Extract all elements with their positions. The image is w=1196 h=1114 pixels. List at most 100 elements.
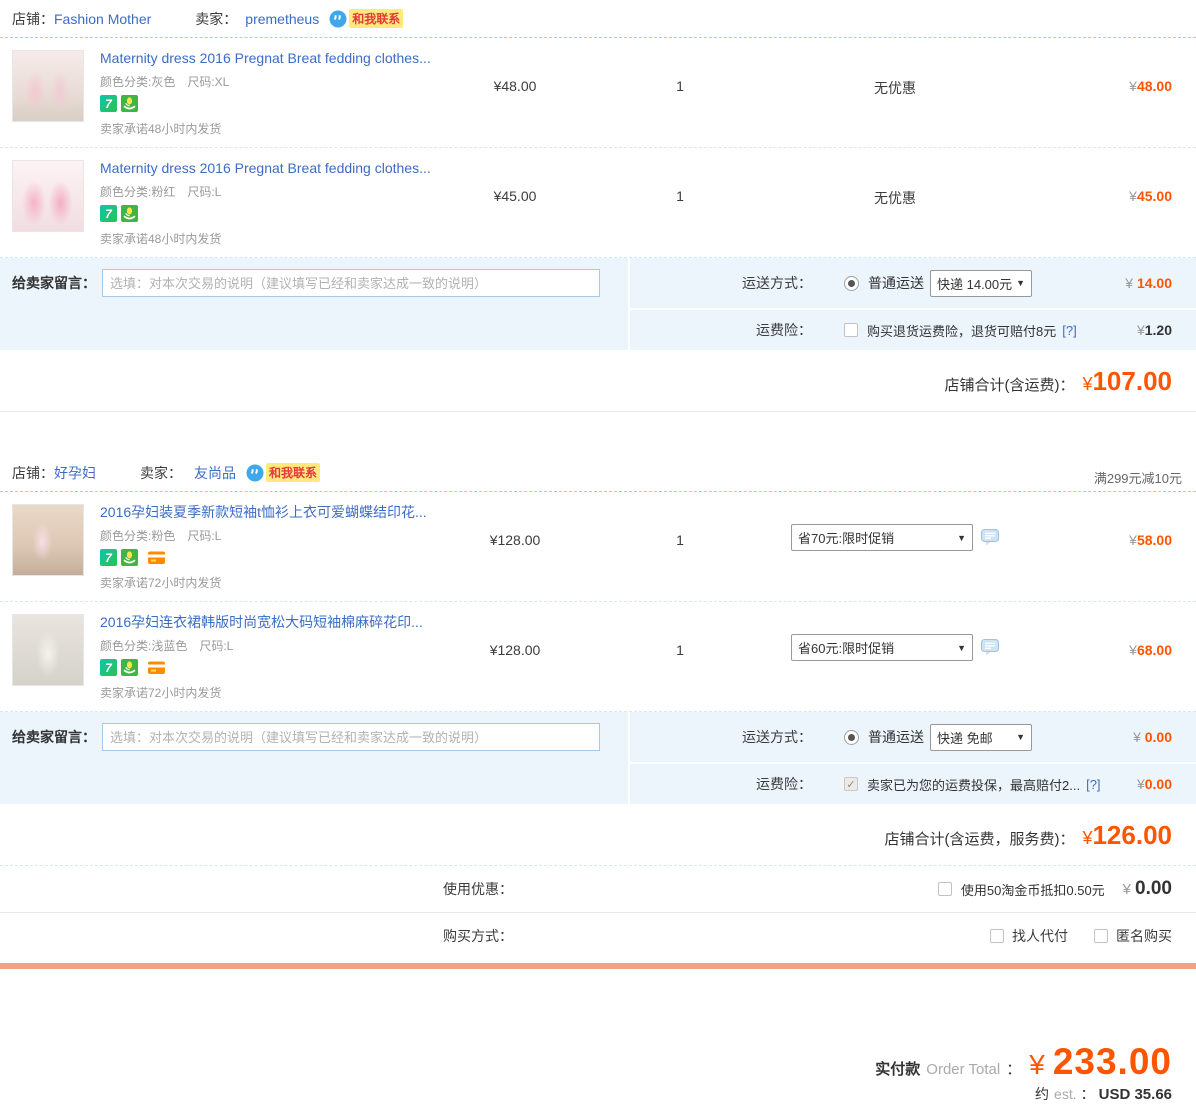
seller-message-cell: 给卖家留言： <box>0 712 628 804</box>
currency-symbol: ¥ <box>1136 776 1145 792</box>
service-badges: 7 <box>100 659 423 676</box>
shipping-label: 运送方式： <box>742 729 812 745</box>
estimate-label-en: est. <box>1054 1086 1077 1102</box>
subtotal-value: 58.00 <box>1136 532 1172 548</box>
product-specs: 颜色分类:粉色 尺码:L <box>100 529 222 543</box>
contact-me-badge[interactable]: 和我联系 <box>266 463 321 482</box>
seller-name-link[interactable]: 友尚品 <box>194 463 236 483</box>
promotion-select[interactable]: 省60元:限时促销 ▼ <box>791 634 973 661</box>
seller-message-cell: 给卖家留言： <box>0 258 628 350</box>
seller-label: 卖家： <box>140 464 182 481</box>
service-badges: 7 <box>100 95 431 112</box>
product-specs: 颜色分类:粉红 尺码:L <box>100 185 222 199</box>
purchase-options: 找人代付 匿名购买 <box>964 926 1196 946</box>
purchase-method-label: 购买方式： <box>443 928 513 944</box>
coupon-option-text: 使用50淘金币抵扣0.50元 <box>960 882 1105 898</box>
anonymous-label: 匿名购买 <box>1116 928 1172 944</box>
insurance-checkbox[interactable] <box>844 323 858 337</box>
product-title-link[interactable]: 2016孕妇连衣裙韩版时尚宽松大码短袖棉麻碎花印... <box>100 614 423 631</box>
quantity: 1 <box>676 188 684 204</box>
shipping-method-row: 运送方式： 普通运送 快递 免邮 ▼ ¥ 0.00 <box>630 712 1196 762</box>
taojinbi-checkbox[interactable] <box>937 882 952 896</box>
consumer-protection-icon <box>121 95 138 112</box>
pay-for-me-option: 找人代付 <box>990 926 1068 946</box>
seller-label: 卖家： <box>195 10 238 27</box>
insurance-price-value: 0.00 <box>1144 776 1172 792</box>
consumer-protection-icon <box>121 549 138 566</box>
product-title-link[interactable]: Maternity dress 2016 Pregnat Breat feddi… <box>100 160 431 177</box>
item-subtotal: ¥48.00 <box>1020 38 1196 147</box>
insurance-label: 运费险： <box>756 776 812 792</box>
subtotal-value: 45.00 <box>1136 188 1172 204</box>
shipping-method-label: 普通运送 <box>868 275 924 291</box>
unit-price: ¥48.00 <box>493 78 537 94</box>
item-info: 2016孕妇装夏季新款短袖t恤衫上衣可爱蝴蝶结印花... 颜色分类:粉色 尺码:… <box>0 492 440 601</box>
currency-symbol: ¥ <box>1029 1049 1045 1080</box>
consumer-protection-icon <box>121 659 138 676</box>
quantity: 1 <box>676 78 684 94</box>
currency-symbol: ¥ <box>1129 532 1137 548</box>
shipping-method-label: 普通运送 <box>868 729 924 745</box>
product-title-link[interactable]: 2016孕妇装夏季新款短袖t恤衫上衣可爱蝴蝶结印花... <box>100 504 427 521</box>
shipping-insurance-row: 运费险： 购买退货运费险，退货可赔付8元 [?] ¥1.20 <box>630 310 1196 350</box>
order-item-row: 2016孕妇连衣裙韩版时尚宽松大码短袖棉麻碎花印... 颜色分类:浅蓝色 尺码:… <box>0 601 1196 711</box>
product-thumbnail[interactable] <box>12 504 84 576</box>
insurance-label: 运费险： <box>756 322 812 338</box>
store-subtotal-value: 126.00 <box>1092 820 1172 850</box>
currency-symbol: ¥ <box>1129 78 1137 94</box>
promotion-select[interactable]: 省70元:限时促销 ▼ <box>791 524 973 551</box>
shipping-option-select[interactable]: 快递 14.00元 ▼ <box>930 269 1032 297</box>
insurance-checkbox-checked[interactable]: ✓ <box>844 777 858 791</box>
standard-shipping-radio[interactable] <box>844 729 859 745</box>
contact-me-badge[interactable]: 和我联系 <box>349 9 404 28</box>
service-badges: 7 <box>100 549 427 566</box>
comment-bubble-icon[interactable] <box>981 639 999 656</box>
shop-name-link[interactable]: 好孕妇 <box>54 463 96 483</box>
product-thumbnail[interactable] <box>12 50 84 122</box>
shipping-promise: 卖家承诺72小时内发货 <box>100 576 222 590</box>
wangwang-chat-icon[interactable] <box>246 464 264 482</box>
order-total-line: 实付款 Order Total ： ¥ 233.00 <box>0 1043 1172 1081</box>
seller-message-input[interactable] <box>102 269 600 297</box>
product-thumbnail[interactable] <box>12 614 84 686</box>
shipping-price-value: 14.00 <box>1136 275 1172 291</box>
quantity: 1 <box>676 642 684 658</box>
product-title-link[interactable]: Maternity dress 2016 Pregnat Breat feddi… <box>100 50 431 67</box>
shipping-option-select[interactable]: 快递 免邮 ▼ <box>930 723 1032 751</box>
product-thumbnail[interactable] <box>12 160 84 232</box>
seller-name-link[interactable]: premetheus <box>245 11 319 27</box>
chevron-down-icon: ▼ <box>1016 278 1025 288</box>
shop-promo-text: 满299元减10元 <box>1093 471 1182 486</box>
wangwang-chat-icon[interactable] <box>329 10 347 28</box>
shop-section-1: 店铺： Fashion Mother 卖家： premetheus 和我联系 M… <box>0 0 1196 412</box>
pay-for-me-checkbox[interactable] <box>990 929 1004 943</box>
comment-bubble-icon[interactable] <box>981 529 999 546</box>
currency-symbol: ¥ <box>1122 880 1132 898</box>
chevron-down-icon: ▼ <box>1016 732 1025 742</box>
standard-shipping-radio[interactable] <box>844 275 859 291</box>
discount-cell: 省60元:限时促销 ▼ <box>770 602 1020 711</box>
item-subtotal: ¥68.00 <box>1020 602 1196 711</box>
product-specs: 颜色分类:浅蓝色 尺码:L <box>100 639 234 653</box>
insurance-price: ¥0.00 <box>1137 776 1196 792</box>
unit-price: ¥128.00 <box>489 532 541 548</box>
shop-name-link[interactable]: Fashion Mother <box>54 11 151 27</box>
seller-message-input[interactable] <box>102 723 600 751</box>
seven-day-return-icon: 7 <box>100 659 117 676</box>
help-icon[interactable]: [?] <box>1062 323 1076 338</box>
insurance-text: 购买退货运费险，退货可赔付8元 <box>867 323 1057 339</box>
order-total-label-en: Order Total <box>926 1061 1001 1078</box>
subtotal-value: 68.00 <box>1136 642 1172 658</box>
order-total-label-cn: 实付款 <box>875 1061 921 1078</box>
anonymous-checkbox[interactable] <box>1094 929 1108 943</box>
quantity: 1 <box>676 532 684 548</box>
item-info: Maternity dress 2016 Pregnat Breat feddi… <box>0 148 440 257</box>
help-icon[interactable]: [?] <box>1086 777 1100 792</box>
order-total-value: 233.00 <box>1052 1041 1172 1082</box>
item-text: 2016孕妇装夏季新款短袖t恤衫上衣可爱蝴蝶结印花... 颜色分类:粉色 尺码:… <box>100 504 427 591</box>
radio-dot <box>848 733 855 741</box>
estimate-colon: ： <box>1080 1086 1095 1102</box>
discount-text: 无优惠 <box>874 80 916 96</box>
order-item-row: 2016孕妇装夏季新款短袖t恤衫上衣可爱蝴蝶结印花... 颜色分类:粉色 尺码:… <box>0 492 1196 601</box>
insurance-price: ¥1.20 <box>1137 322 1196 338</box>
